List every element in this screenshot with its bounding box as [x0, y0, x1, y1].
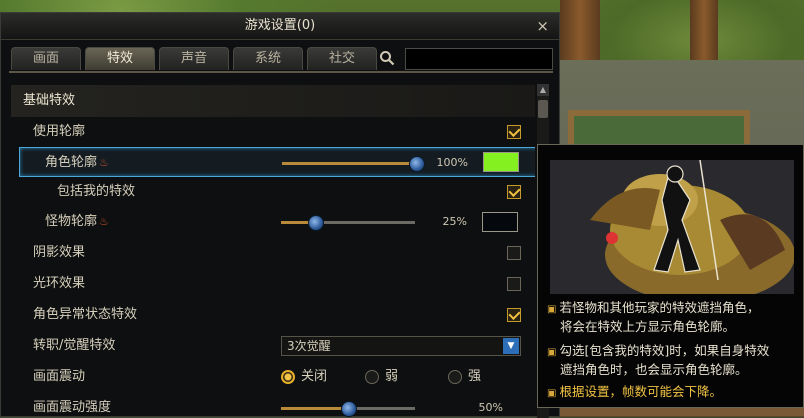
use-outline-label: 使用轮廓: [33, 124, 86, 139]
status-effect-label: 角色异常状态特效: [33, 307, 138, 322]
setting-use-outline: 使用轮廓: [11, 117, 535, 147]
halo-effect-label: 光环效果: [33, 276, 86, 291]
scroll-thumb[interactable]: [538, 100, 548, 118]
status-effect-checkbox[interactable]: [507, 308, 521, 322]
tab-effects[interactable]: 特效: [85, 47, 155, 70]
search-icon[interactable]: [379, 50, 397, 68]
setting-include-my-effects: 包括我的特效: [11, 177, 535, 207]
outline-tooltip: ▣ 若怪物和其他玩家的特效遮挡角色， 将会在特效上方显示角色轮廓。 ▣ 勾选[包含我…: [537, 144, 804, 408]
shadow-effect-checkbox[interactable]: [507, 246, 521, 260]
tab-divider: [9, 71, 553, 73]
shake-strength-percent: 50%: [478, 401, 503, 414]
tab-system[interactable]: 系统: [233, 47, 303, 70]
screen-shake-strong-radio[interactable]: 强: [448, 369, 481, 385]
awakening-select[interactable]: 3次觉醒 ▼: [281, 336, 521, 356]
flame-icon: ♨: [99, 156, 109, 169]
section-title: 基础特效: [23, 93, 76, 108]
character-outline-label: 角色轮廓 ♨: [45, 155, 109, 170]
setting-screen-shake: 画面震动 关闭 弱 强: [11, 362, 535, 392]
screen-shake-off-radio[interactable]: 关闭: [281, 369, 327, 385]
use-outline-checkbox[interactable]: [507, 125, 521, 139]
shadow-effect-label: 阴影效果: [33, 245, 86, 260]
awakening-effect-label: 转职/觉醒特效: [33, 338, 116, 353]
setting-status-effect: 角色异常状态特效: [11, 300, 535, 330]
game-settings-dialog: 游戏设置(0) × 画面 特效 声音 系统 社交 基础特效 使用轮廓 角色轮廓 ♨…: [0, 12, 560, 418]
tooltip-preview-image: [550, 160, 794, 294]
setting-awakening-effect: 转职/觉醒特效 3次觉醒 ▼: [11, 331, 535, 361]
screen-shake-label: 画面震动: [33, 369, 86, 384]
awakening-select-value: 3次觉醒: [287, 339, 331, 353]
setting-monster-outline: 怪物轮廓 ♨ 25%: [11, 207, 535, 237]
settings-tabs: 画面 特效 声音 系统 社交: [11, 47, 381, 71]
tooltip-line: ▣ 若怪物和其他玩家的特效遮挡角色，: [547, 300, 760, 315]
chevron-down-icon[interactable]: ▼: [503, 338, 519, 354]
close-icon[interactable]: ×: [536, 13, 549, 39]
slider-knob[interactable]: [307, 215, 324, 231]
flame-icon: ♨: [99, 215, 109, 228]
character-outline-slider[interactable]: [282, 156, 425, 172]
monster-outline-color-swatch[interactable]: [482, 212, 518, 232]
shake-strength-label: 画面震动强度: [33, 400, 112, 415]
screen-shake-weak-radio[interactable]: 弱: [365, 369, 398, 385]
character-outline-color-swatch[interactable]: [483, 152, 519, 172]
tooltip-line: 将会在特效上方显示角色轮廓。: [560, 319, 736, 334]
tab-display[interactable]: 画面: [11, 47, 81, 70]
slider-knob[interactable]: [409, 156, 425, 172]
tooltip-warning: ▣ 根据设置，帧数可能会下降。: [547, 384, 722, 399]
dialog-title: 游戏设置(0): [244, 18, 316, 33]
halo-effect-checkbox[interactable]: [507, 277, 521, 291]
tab-social[interactable]: 社交: [307, 47, 377, 70]
character-outline-percent: 100%: [436, 156, 468, 169]
setting-shake-strength: 画面震动强度 50%: [11, 393, 535, 418]
include-my-effects-label: 包括我的特效: [57, 184, 136, 199]
monster-outline-percent: 25%: [442, 215, 467, 228]
setting-halo-effect: 光环效果: [11, 269, 535, 299]
tooltip-line: 遮挡角色时，也会显示角色轮廓。: [560, 362, 748, 377]
monster-outline-slider[interactable]: [281, 215, 415, 231]
slider-knob[interactable]: [341, 401, 357, 417]
tab-sound[interactable]: 声音: [159, 47, 229, 70]
include-my-effects-checkbox[interactable]: [507, 185, 521, 199]
tooltip-line: ▣ 勾选[包含我的特效]时，如果自身特效: [547, 343, 770, 358]
dialog-titlebar: 游戏设置(0) ×: [1, 13, 559, 40]
monster-outline-label: 怪物轮廓 ♨: [45, 214, 109, 229]
setting-character-outline: 角色轮廓 ♨ 100%: [19, 147, 535, 177]
search-input[interactable]: [405, 48, 553, 70]
effects-settings-list: 基础特效 使用轮廓 角色轮廓 ♨ 100% 包括我的特效 怪物轮廓 ♨ 25% …: [11, 75, 535, 418]
section-basic-effects: 基础特效: [11, 85, 535, 117]
shake-strength-slider[interactable]: [281, 401, 415, 417]
setting-shadow-effect: 阴影效果: [11, 238, 535, 268]
scroll-up-icon[interactable]: ▲: [537, 84, 549, 96]
